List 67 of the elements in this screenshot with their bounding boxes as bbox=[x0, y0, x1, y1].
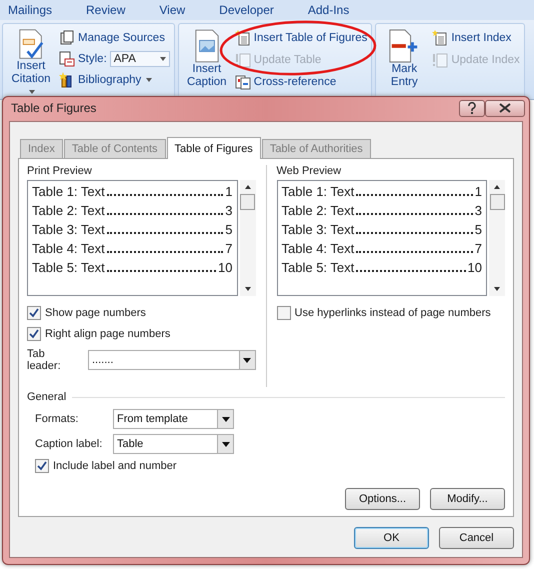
ribbon-tab[interactable]: Mailings bbox=[8, 3, 52, 17]
entry-caption: Table 2: Text bbox=[282, 202, 354, 220]
section-label: Print Preview bbox=[27, 165, 93, 177]
dialog-button[interactable]: Options... bbox=[345, 488, 420, 510]
entry-page: 3 bbox=[474, 202, 482, 220]
entry-caption: Table 4: Text bbox=[32, 240, 105, 258]
ribbon-tab[interactable]: View bbox=[159, 3, 186, 17]
entry-page: 5 bbox=[225, 221, 232, 239]
window-title: Table of Figures bbox=[11, 101, 96, 115]
cross-reference-icon bbox=[234, 74, 251, 90]
ribbon-button[interactable]: Insert Index bbox=[432, 29, 520, 47]
entry-caption: Table 3: Text bbox=[32, 221, 105, 239]
entry-caption: Table 1: Text bbox=[282, 183, 354, 201]
checkbox[interactable]: Right align page numbers bbox=[27, 325, 256, 343]
section-label: Web Preview bbox=[276, 165, 342, 177]
dropdown[interactable]: From template bbox=[113, 409, 234, 429]
tab[interactable]: Table of Figures bbox=[166, 137, 261, 159]
document-picture-icon bbox=[194, 29, 220, 63]
ribbon-tab[interactable]: Add-Ins bbox=[308, 3, 350, 17]
field-label: Caption label: bbox=[35, 438, 104, 450]
entry-caption: Table 2: Text bbox=[32, 202, 105, 220]
checkmark-icon bbox=[29, 329, 39, 339]
books-icon bbox=[59, 30, 75, 46]
close-icon[interactable] bbox=[485, 100, 525, 116]
dialog-button[interactable]: OK bbox=[354, 527, 429, 549]
entry-page: 3 bbox=[225, 202, 232, 220]
field-label: Tab leader: bbox=[27, 348, 62, 372]
ribbon-large-button[interactable]: Mark Entry bbox=[380, 24, 428, 99]
section-label: General bbox=[27, 391, 66, 403]
entry-caption: Table 3: Text bbox=[282, 221, 354, 239]
ribbon-button[interactable]: Bibliography bbox=[59, 71, 170, 89]
ribbon-button[interactable]: Manage Sources bbox=[59, 29, 170, 47]
entry-page: 10 bbox=[218, 259, 232, 277]
entry-page: 7 bbox=[474, 240, 482, 258]
checkbox[interactable]: Use hyperlinks instead of page numbers bbox=[276, 304, 505, 322]
checkbox[interactable]: Include label and number bbox=[35, 457, 505, 475]
ribbon-button[interactable]: Cross-reference bbox=[234, 73, 368, 91]
style-combo[interactable]: APA bbox=[110, 51, 170, 67]
dialog-button[interactable]: Cancel bbox=[439, 527, 514, 549]
entry-page: 5 bbox=[474, 221, 482, 239]
checkmark-icon bbox=[29, 308, 39, 318]
style-label: Style: bbox=[78, 53, 107, 65]
document-star-icon bbox=[234, 30, 251, 46]
entry-page: 10 bbox=[468, 259, 482, 277]
scrollbar[interactable] bbox=[489, 180, 505, 296]
checkbox[interactable]: Show page numbers bbox=[27, 304, 256, 322]
document-exclamation-icon bbox=[432, 52, 448, 68]
document-star-icon bbox=[432, 30, 448, 46]
scrollbar[interactable] bbox=[240, 180, 256, 296]
entry-caption: Table 5: Text bbox=[282, 259, 354, 277]
ribbon-button[interactable]: Insert Table of Figures bbox=[234, 29, 368, 47]
document-exclamation-icon bbox=[234, 52, 251, 68]
entry-caption: Table 5: Text bbox=[32, 259, 105, 277]
entry-page: 1 bbox=[225, 183, 232, 201]
entry-page: 1 bbox=[474, 183, 482, 201]
dialog-button[interactable]: Modify... bbox=[430, 488, 505, 510]
ribbon-tab[interactable]: Review bbox=[86, 3, 126, 17]
entry-caption: Table 1: Text bbox=[32, 183, 105, 201]
field-label: Formats: bbox=[35, 413, 80, 425]
help-icon[interactable] bbox=[459, 100, 485, 116]
dropdown[interactable]: ....... bbox=[88, 350, 256, 370]
checkmark-icon bbox=[37, 461, 47, 471]
dropdown[interactable]: Table bbox=[113, 434, 234, 454]
entry-page: 7 bbox=[225, 240, 232, 258]
entry-caption: Table 4: Text bbox=[282, 240, 354, 258]
document-style-icon bbox=[59, 51, 75, 67]
ribbon-tab[interactable]: Developer bbox=[219, 3, 274, 17]
